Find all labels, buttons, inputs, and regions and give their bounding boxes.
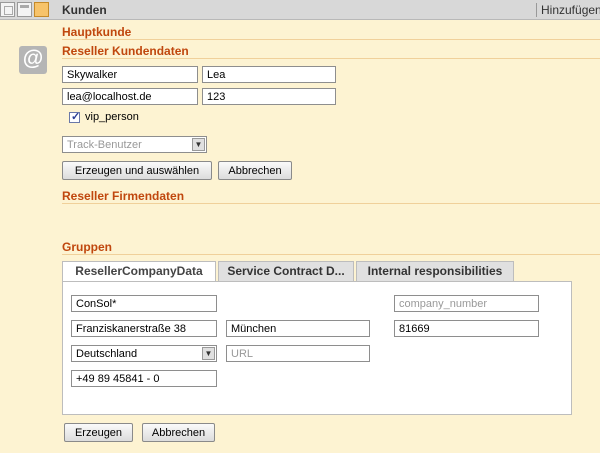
last-name-field[interactable]: [62, 66, 198, 83]
section-divider: [62, 254, 600, 255]
country-select[interactable]: Deutschland ▼: [71, 345, 217, 362]
email-field[interactable]: [62, 88, 198, 105]
window-controls: [0, 2, 49, 18]
chevron-down-icon[interactable]: ▼: [202, 347, 215, 360]
page-title: Kunden: [62, 3, 107, 17]
section-divider: [62, 203, 600, 204]
vip-checkbox[interactable]: ✓: [69, 111, 81, 123]
header-divider: [536, 3, 537, 17]
section-divider: [62, 58, 600, 59]
section-reseller-company-data: Reseller Firmendaten: [62, 189, 185, 203]
tab-internal-responsibilities[interactable]: Internal responsibilities: [356, 261, 514, 282]
vip-checkbox-label: vip_person: [85, 111, 139, 123]
zip-field[interactable]: [394, 320, 539, 337]
section-main-customer: Hauptkunde: [62, 25, 132, 39]
tab-reseller-company-data[interactable]: ResellerCompanyData: [62, 261, 216, 282]
section-groups: Gruppen: [62, 240, 112, 254]
panel-icon[interactable]: [34, 2, 49, 17]
customer-number-field[interactable]: [202, 88, 336, 105]
company-name-field[interactable]: [71, 295, 217, 312]
minimize-icon[interactable]: [17, 2, 32, 17]
section-divider: [62, 39, 600, 40]
checkmark-icon: ✓: [71, 111, 81, 123]
track-user-select[interactable]: Track-Benutzer ▼: [62, 136, 207, 153]
at-sign-icon: @: [19, 46, 47, 74]
city-field[interactable]: [226, 320, 370, 337]
street-field[interactable]: [71, 320, 217, 337]
track-user-placeholder: Track-Benutzer: [67, 139, 142, 151]
footer-cancel-button[interactable]: Abbrechen: [142, 423, 215, 442]
section-reseller-customer-data: Reseller Kundendaten: [62, 44, 189, 58]
cancel-button[interactable]: Abbrechen: [218, 161, 292, 180]
chevron-down-icon[interactable]: ▼: [192, 138, 205, 151]
url-field[interactable]: [226, 345, 370, 362]
restore-icon[interactable]: [0, 2, 15, 17]
country-value: Deutschland: [76, 348, 138, 360]
header-bar: Kunden Hinzufügen: [0, 0, 600, 20]
phone-field[interactable]: [71, 370, 217, 387]
company-number-field[interactable]: [394, 295, 539, 312]
add-link[interactable]: Hinzufügen: [541, 3, 600, 17]
create-and-select-button[interactable]: Erzeugen und auswählen: [62, 161, 212, 180]
create-button[interactable]: Erzeugen: [64, 423, 133, 442]
first-name-field[interactable]: [202, 66, 336, 83]
tab-service-contract[interactable]: Service Contract D...: [218, 261, 354, 282]
